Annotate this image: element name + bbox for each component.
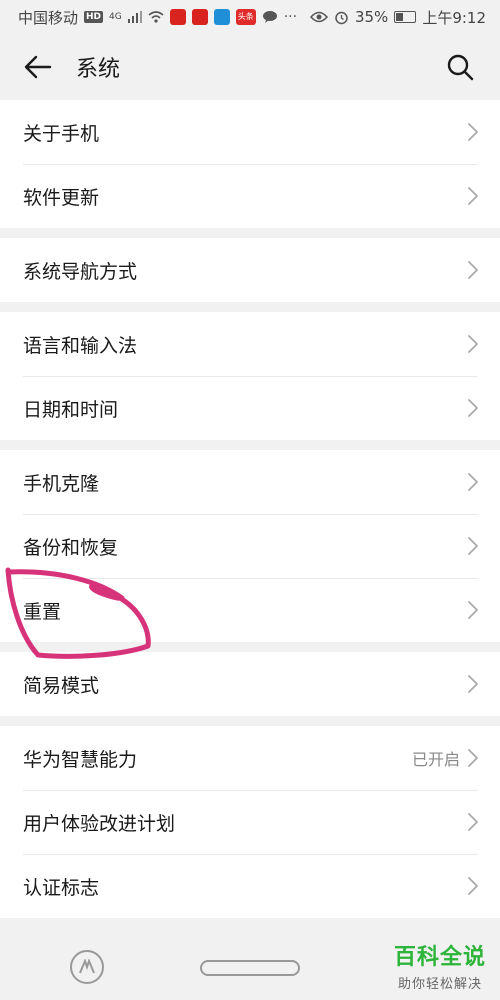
settings-item-label: 备份和恢复 bbox=[23, 536, 119, 559]
wifi-icon bbox=[148, 11, 164, 23]
settings-item-label: 用户体验改进计划 bbox=[23, 812, 176, 835]
settings-item-trailing bbox=[468, 675, 478, 693]
settings-item-value: 已开启 bbox=[411, 750, 460, 769]
chevron-right-icon bbox=[468, 123, 478, 141]
settings-item-label: 华为智慧能力 bbox=[23, 748, 138, 771]
chevron-right-icon bbox=[468, 749, 478, 767]
settings-group: 系统导航方式 bbox=[0, 238, 500, 302]
clock: 上午9:12 bbox=[422, 8, 486, 27]
settings-item-trailing bbox=[468, 335, 478, 353]
more-notifications-icon: ··· bbox=[283, 9, 298, 25]
settings-item[interactable]: 用户体验改进计划 bbox=[0, 790, 500, 854]
signal-icon bbox=[127, 11, 142, 23]
chevron-right-icon bbox=[468, 537, 478, 555]
alarm-icon bbox=[335, 11, 348, 24]
battery-icon bbox=[394, 11, 417, 23]
app-notification-icon bbox=[169, 9, 186, 25]
chevron-right-icon bbox=[468, 813, 478, 831]
settings-item[interactable]: 华为智慧能力 已开启 bbox=[0, 726, 500, 790]
settings-item-trailing bbox=[468, 813, 478, 831]
settings-list: 关于手机 软件更新 系统导航方式 语言和输入法 日期和时间 手机克隆 备份和恢复 重置 简易模式… bbox=[0, 100, 500, 918]
settings-group: 简易模式 bbox=[0, 652, 500, 716]
settings-item-trailing bbox=[468, 601, 478, 619]
assistant-logo-icon bbox=[79, 959, 95, 974]
page-title: 系统 bbox=[76, 57, 121, 82]
settings-item[interactable]: 手机克隆 bbox=[0, 450, 500, 514]
hd-badge: HD bbox=[84, 11, 104, 23]
settings-item[interactable]: 语言和输入法 bbox=[0, 312, 500, 376]
eye-comfort-icon bbox=[309, 11, 328, 23]
settings-item-trailing bbox=[468, 261, 478, 279]
settings-group: 华为智慧能力 已开启用户体验改进计划 认证标志 bbox=[0, 726, 500, 918]
settings-item-trailing: 已开启 bbox=[412, 746, 478, 770]
message-icon bbox=[262, 11, 277, 23]
settings-item-label: 日期和时间 bbox=[23, 398, 119, 421]
app-notification-icon bbox=[213, 9, 230, 25]
search-icon bbox=[447, 54, 474, 81]
settings-item[interactable]: 简易模式 bbox=[0, 652, 500, 716]
settings-item-label: 语言和输入法 bbox=[23, 334, 138, 357]
settings-item-trailing bbox=[468, 123, 478, 141]
settings-item-label: 认证标志 bbox=[23, 876, 100, 899]
app-notification-icon bbox=[191, 9, 208, 25]
chevron-right-icon bbox=[468, 399, 478, 417]
assistant-button[interactable] bbox=[70, 950, 104, 984]
settings-item-label: 手机克隆 bbox=[23, 472, 100, 495]
battery-percent: 35% bbox=[354, 8, 389, 26]
home-gesture-bar[interactable] bbox=[200, 960, 300, 976]
settings-item[interactable]: 关于手机 bbox=[0, 100, 500, 164]
settings-group: 关于手机 软件更新 bbox=[0, 100, 500, 228]
settings-item-trailing bbox=[468, 399, 478, 417]
settings-item-label: 系统导航方式 bbox=[23, 260, 138, 283]
chevron-right-icon bbox=[468, 675, 478, 693]
news-app-icon: 头条 bbox=[235, 9, 256, 25]
settings-item-trailing bbox=[468, 473, 478, 491]
carrier-label: 中国移动 bbox=[18, 8, 79, 27]
settings-item-trailing bbox=[468, 187, 478, 205]
chevron-right-icon bbox=[468, 261, 478, 279]
search-button[interactable] bbox=[440, 47, 480, 87]
chevron-right-icon bbox=[468, 601, 478, 619]
chevron-right-icon bbox=[468, 187, 478, 205]
settings-item[interactable]: 日期和时间 bbox=[0, 376, 500, 440]
app-header: 系统 bbox=[0, 34, 500, 100]
settings-item-trailing bbox=[468, 877, 478, 895]
settings-item[interactable]: 重置 bbox=[0, 578, 500, 642]
settings-item[interactable]: 备份和恢复 bbox=[0, 514, 500, 578]
back-button[interactable] bbox=[18, 47, 58, 87]
settings-item-label: 关于手机 bbox=[23, 122, 100, 145]
settings-item[interactable]: 系统导航方式 bbox=[0, 238, 500, 302]
watermark: 百科全说 助你轻松解决 bbox=[394, 939, 486, 992]
settings-item-label: 简易模式 bbox=[23, 674, 100, 697]
chevron-right-icon bbox=[468, 877, 478, 895]
chevron-right-icon bbox=[468, 335, 478, 353]
settings-item-label: 重置 bbox=[23, 600, 62, 623]
settings-group: 手机克隆备份和恢复重置 bbox=[0, 450, 500, 642]
settings-item-trailing bbox=[468, 537, 478, 555]
arrow-left-icon bbox=[24, 55, 52, 79]
settings-group: 语言和输入法 日期和时间 bbox=[0, 312, 500, 440]
settings-item[interactable]: 软件更新 bbox=[0, 164, 500, 228]
status-bar: 中国移动 HD 4G 头条 ··· 35% 上午9:12 bbox=[0, 0, 500, 34]
chevron-right-icon bbox=[468, 473, 478, 491]
settings-item[interactable]: 认证标志 bbox=[0, 854, 500, 918]
watermark-title: 百科全说 bbox=[393, 945, 486, 970]
settings-item-label: 软件更新 bbox=[23, 186, 100, 209]
network-type: 4G bbox=[109, 12, 122, 22]
watermark-subtitle: 助你轻松解决 bbox=[397, 977, 482, 992]
